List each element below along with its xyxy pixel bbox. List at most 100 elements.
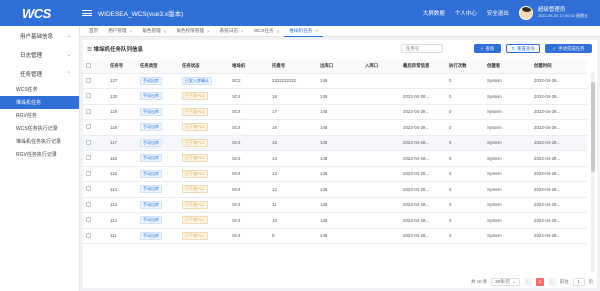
tab-wcs-task[interactable]: WCS任务 × [249,26,285,37]
row-checkbox[interactable] [86,232,91,238]
sidebar-group-user-basic[interactable]: 用户基础信息 ⌄ [0,26,79,45]
page-title-text: 堆垛机任务队列信息 [93,46,143,53]
table-cell: System [484,228,531,244]
tab-role-perm[interactable]: 角色权限管理 × [171,26,214,37]
table-cell: 145 [317,104,362,120]
chevron-down-icon: ⌄ [66,32,71,39]
table-cell: 148 [317,73,362,89]
sidebar-group-log[interactable]: 日志管理 ⌄ [0,45,79,64]
sidebar-item-rgv-task[interactable]: RGV任务 [0,109,79,122]
tab-stacker-task[interactable]: 堆垛机任务 × [284,26,323,37]
tab-role-mgmt[interactable]: 角色管理 × [137,26,171,37]
sidebar-item-rgv-task-log[interactable]: RGV任务执行记录 [0,148,79,161]
column-header[interactable]: 执行次数 [446,60,484,74]
column-header[interactable]: 创建时间 [531,60,587,74]
link-profile[interactable]: 个人中心 [455,9,477,17]
link-dashboard[interactable]: 大屏数据 [423,9,445,17]
prev-page-button[interactable]: ‹ [523,277,532,286]
column-header[interactable]: 托盘号 [269,60,317,74]
table-cell: 已下发PLC [179,104,229,120]
table-row[interactable]: 118 手动出库 已下发PLC SC4 16 145 2022-04-28... 0 Syste… [83,119,587,136]
close-icon[interactable]: × [130,29,133,34]
column-header[interactable]: 出库口 [317,60,362,74]
tab-bar: 首页 用户管理 × 角色管理 × 角色权限管理 × 系统日志 × WCS任务 × 堆垛机任… [80,26,600,37]
sidebar-item-wcs-task-log[interactable]: WCS任务执行记录 [0,122,79,135]
row-checkbox[interactable] [86,108,91,114]
row-checkbox[interactable] [86,77,91,83]
main-panel: ☰ 堆垛机任务队列信息 ⌕查询 ↻重置查询 ✓手动完成任务 [83,40,597,288]
task-type-tag: 手动出库 [140,107,162,116]
close-icon[interactable]: × [164,29,167,34]
table-cell: SC2 [229,73,269,89]
table-row[interactable]: 113 手动出库 已下发PLC SC4 11 145 2022-04-28... 0 Syste… [83,197,587,213]
close-icon[interactable]: × [277,29,280,34]
column-header[interactable]: 堆垛机 [229,60,269,74]
table-row[interactable]: 114 手动出库 已下发PLC SC4 12 145 2022-04-28... 0 Syste… [83,181,587,198]
table-cell: 手动出库 [137,197,179,213]
column-header[interactable]: 入库口 [362,60,400,74]
close-icon[interactable]: × [207,29,210,34]
row-checkbox[interactable] [86,124,91,130]
sidebar-group-task[interactable]: 任务管理 ⌃ [0,64,79,83]
goto-page-input[interactable]: 1 [572,277,585,286]
table-scrollbar[interactable] [591,72,595,272]
sidebar-item-wcs-task[interactable]: WCS任务 [0,83,79,96]
close-icon[interactable]: × [241,29,244,34]
sidebar-item-stacker-task-log[interactable]: 堆垛机任务执行记录 [0,135,79,148]
row-select-cell [83,228,107,244]
scroll-thumb[interactable] [591,82,595,172]
column-header[interactable]: 最后异常信息 [400,60,446,74]
table-row[interactable]: 116 手动出库 已下发PLC SC4 14 145 2022-04-28... 0 Syste… [83,150,587,167]
column-header[interactable]: 任务状态 [179,60,229,74]
table-cell: 115 [107,166,137,182]
table-row[interactable]: 127 手动出库 已发入库确认 SC2 2222222222 148 0 System 2022… [83,73,587,89]
row-checkbox[interactable] [86,186,91,192]
tab-label: 角色权限管理 [176,28,204,33]
table-row[interactable]: 111 手动出库 已下发PLC SC4 9 145 2022-04-28... 0 System… [83,228,587,244]
sidebar-item-stacker-task[interactable]: 堆垛机任务 [0,96,79,109]
table-cell: 2022-04-28... [531,212,587,229]
row-checkbox[interactable] [86,217,91,223]
close-icon[interactable]: × [315,28,318,33]
table-row[interactable]: 120 手动出库 已下发PLC SC4 18 145 2022-04-28... 0 Syste… [83,88,587,105]
table-cell: 2022-04-28... [531,73,587,89]
reset-button[interactable]: ↻ 重置查询 [506,44,540,53]
row-checkbox[interactable] [86,170,91,176]
table-cell: 0 [446,150,484,167]
table-row[interactable]: 117 手动出库 已下发PLC SC4 15 145 2022-04-28... 0 Syste… [83,135,587,151]
table-row[interactable]: 115 手动出库 已下发PLC SC4 13 145 2022-04-28... 0 Syste… [83,166,587,182]
row-checkbox[interactable] [86,201,91,207]
table-cell: 12 [269,181,317,198]
select-all-checkbox[interactable] [86,63,91,69]
manual-complete-button[interactable]: ✓ 手动完成任务 [545,44,592,53]
row-checkbox[interactable] [86,139,91,145]
row-checkbox[interactable] [86,155,91,161]
page-size-select[interactable]: 30条/页 ⌄ [491,277,520,286]
row-checkbox[interactable] [86,93,91,99]
task-type-tag: 手动出库 [140,169,162,178]
column-header[interactable]: 创建者 [484,60,531,74]
tab-label: WCS任务 [253,28,274,33]
menu-toggle-icon[interactable] [82,8,92,18]
task-status-tag: 已下发PLC [182,216,208,225]
tab-label: 堆垛机任务 [289,27,313,33]
search-input[interactable] [401,44,443,53]
table-cell: 2022-04-28... [400,197,446,213]
tab-user-mgmt[interactable]: 用户管理 × [103,26,137,37]
task-status-tag: 已下发PLC [182,185,208,194]
column-header[interactable]: 任务类型 [137,60,179,74]
next-page-button[interactable]: › [547,277,556,286]
table-row[interactable]: 112 手动出库 已下发PLC SC4 10 145 2022-04-28... 0 Syste… [83,212,587,229]
sidebar-group-label: 用户基础信息 [20,33,54,40]
table-cell: SC4 [229,88,269,105]
query-button[interactable]: ⌕ 查询 [474,44,501,53]
avatar[interactable] [518,6,533,20]
table-cell: 2022-04-28... [400,88,446,105]
table-row[interactable]: 119 手动出库 已下发PLC SC4 17 145 2022-04-28... 0 Syste… [83,104,587,120]
table-cell: 0 [446,197,484,213]
tab-sys-log[interactable]: 系统日志 × [215,26,249,37]
tab-home[interactable]: 首页 [84,26,103,37]
page-number-current[interactable]: 1 [535,277,544,286]
link-logout[interactable]: 安全退出 [487,9,509,17]
column-header[interactable]: 任务号 [107,60,137,74]
